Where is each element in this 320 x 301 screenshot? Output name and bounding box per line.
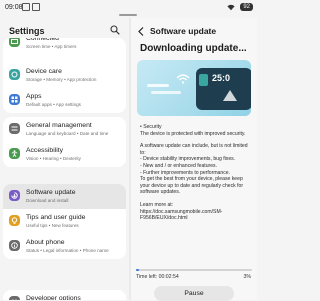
settings-item-title: Connected <box>26 38 59 42</box>
software-update-pane: Software update Downloading update... 25… <box>131 18 257 301</box>
back-arrow-icon[interactable] <box>137 27 145 36</box>
settings-item-subtitle: Storage • Memory • App protection <box>26 77 97 82</box>
settings-item-developer-options[interactable]: Developer optionsDeveloper options <box>3 290 126 300</box>
hourglass-icon <box>199 74 208 86</box>
battery-indicator: 92 <box>240 3 253 11</box>
settings-item-title: Accessibility <box>26 147 64 154</box>
settings-group-1: Connected Screen time • App timers Device … <box>3 38 126 113</box>
settings-group-3: Software update Download and install Tips … <box>3 184 126 259</box>
wifi-icon <box>227 4 235 10</box>
settings-item-tips[interactable]: Tips and user guide Useful tips • New fea… <box>3 209 126 234</box>
device-care-icon <box>9 69 20 80</box>
settings-group-4: Developer optionsDeveloper options <box>3 290 126 300</box>
notes-line: - Device stability improvements, bug fix… <box>140 156 236 163</box>
search-icon[interactable] <box>110 25 120 35</box>
settings-item-general-management[interactable]: General management Language and keyboard … <box>3 117 126 142</box>
time-left-label: Time left: 00:02:54 <box>136 274 179 280</box>
about-phone-icon <box>9 240 20 251</box>
general-management-icon <box>9 123 20 134</box>
settings-item-apps[interactable]: Apps Default apps • App settings <box>3 88 126 113</box>
notes-line: Learn more at: <box>140 201 174 208</box>
update-notes: • Security The device is protected with i… <box>140 124 252 222</box>
progress-percent: 3% <box>243 274 252 280</box>
settings-item-title: Developer options <box>26 295 81 300</box>
notes-line: The device is protected with improved se… <box>140 130 246 137</box>
settings-item-subtitle: Screen time • App timers <box>26 44 77 49</box>
notes-line: - Further improvements to performance. <box>140 169 231 176</box>
status-time: 09:08 <box>5 4 23 11</box>
notes-line: To get the best from your device, please… <box>140 176 244 196</box>
settings-group-2: General management Language and keyboard … <box>3 117 126 167</box>
software-update-icon <box>9 190 20 201</box>
settings-item-about-phone[interactable]: About phone Status • Legal information • … <box>3 234 126 259</box>
wifi-illustration-icon <box>176 74 190 84</box>
settings-item-subtitle: Vision • Hearing • Dexterity <box>26 156 81 161</box>
learn-more-link[interactable]: https://doc.samsungmobile.com/SM-F956B/E… <box>140 209 252 222</box>
decor-bar <box>147 84 169 87</box>
decor-bar <box>151 91 181 94</box>
settings-item-software-update[interactable]: Software update Download and install <box>3 184 126 209</box>
status-right: 92 <box>227 3 253 12</box>
settings-item-accessibility[interactable]: Accessibility Vision • Hearing • Dexterit… <box>3 142 126 167</box>
settings-item-subtitle: Default apps • App settings <box>26 102 81 107</box>
notification-icons <box>22 3 42 11</box>
developer-options-icon <box>9 296 20 300</box>
settings-title: Settings <box>9 26 45 36</box>
notes-line: • Security <box>140 124 162 130</box>
update-illustration: 25:0 <box>137 60 251 116</box>
tips-icon <box>9 215 20 226</box>
settings-item-device-care[interactable]: Device care Storage • Memory • App protec… <box>3 63 126 88</box>
page-title: Software update <box>150 26 217 36</box>
settings-item-title: Tips and user guide <box>26 214 86 221</box>
split-view-handle[interactable] <box>119 14 137 16</box>
download-progress-bar <box>136 269 252 271</box>
accessibility-icon <box>9 148 20 159</box>
settings-item-subtitle: Useful tips • New features <box>26 223 79 228</box>
apps-grid-icon <box>9 94 20 105</box>
pause-button[interactable]: Pause <box>154 286 234 301</box>
settings-list-pane: Settings Connected Screen time • App time… <box>0 18 129 300</box>
settings-item-connected[interactable]: Connected Screen time • App timers <box>3 38 126 63</box>
settings-item-subtitle: Status • Legal information • Phone name <box>26 248 109 253</box>
clock-illustration-text: 25:0 <box>212 73 231 83</box>
settings-item-subtitle: Download and install <box>26 198 69 203</box>
notes-line: - New and / or enhanced features. <box>140 162 218 169</box>
notes-line: A software update can include, but is no… <box>140 143 248 156</box>
settings-item-title: About phone <box>26 239 65 246</box>
download-status-heading: Downloading update... <box>140 43 247 54</box>
settings-item-title: General management <box>26 122 92 129</box>
connected-devices-icon <box>9 38 20 47</box>
settings-item-title: Software update <box>26 189 76 196</box>
download-progress-fill <box>136 269 140 271</box>
settings-item-title: Device care <box>26 68 62 75</box>
settings-item-subtitle: Language and keyboard • Date and time <box>26 131 109 136</box>
settings-item-title: Apps <box>26 93 42 100</box>
triangle-decor <box>223 90 237 101</box>
